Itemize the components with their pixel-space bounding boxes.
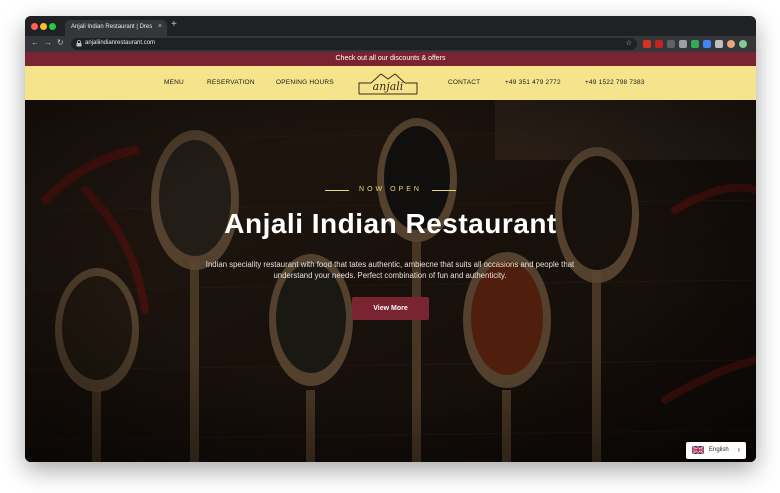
promo-bar[interactable]: Check out all our discounts & offers [25,52,756,66]
extension-icon[interactable] [679,40,687,48]
view-more-button[interactable]: View More [352,297,429,320]
minimize-window-button[interactable] [40,23,47,30]
nav-phone-2[interactable]: +49 1522 798 7383 [585,79,645,86]
spice-spoons-background [25,100,756,462]
maximize-window-button[interactable] [49,23,56,30]
restaurant-logo[interactable]: anjali [357,71,419,96]
nav-contact[interactable]: CONTACT [448,79,480,86]
nav-reservation[interactable]: RESERVATION [207,79,255,86]
bookmark-star-icon[interactable]: ☆ [626,39,632,47]
new-tab-button[interactable]: + [171,19,177,30]
back-arrow-icon[interactable]: ← [31,38,39,47]
website: Check out all our discounts & offers MEN… [25,52,756,462]
forward-arrow-icon[interactable]: → [44,38,52,47]
close-window-button[interactable] [31,23,38,30]
hero-title: Anjali Indian Restaurant [224,208,557,239]
logo-text: anjali [372,80,404,93]
hero-description: Indian speciality restaurant with food t… [205,260,575,280]
extension-icon[interactable] [667,40,675,48]
language-label: English [709,447,729,453]
pinterest-icon[interactable] [655,40,663,48]
nav-menu[interactable]: MENU [164,79,184,86]
extension-icon[interactable] [643,40,651,48]
nav-phone-1[interactable]: +49 351 479 2772 [505,79,561,86]
language-selector[interactable]: English › [686,442,746,459]
eyebrow-line-right [432,190,456,191]
reload-icon[interactable]: ↻ [57,38,64,47]
url-text: anjaliindianrestaurant.com [85,40,156,46]
avatar[interactable] [727,40,735,48]
uk-flag-icon [692,446,704,454]
browser-window: Anjali Indian Restaurant | Dres × + ← → … [25,16,756,462]
extension-icon[interactable] [703,40,711,48]
tab-bar: Anjali Indian Restaurant | Dres × + [25,16,756,36]
tab-close-icon[interactable]: × [158,23,162,30]
hero-section: NOW OPEN Anjali Indian Restaurant Indian… [25,100,756,462]
extension-icon[interactable] [691,40,699,48]
now-open-label: NOW OPEN [359,186,422,193]
browser-toolbar: ← → ↻ anjaliindianrestaurant.com ☆ [25,36,756,52]
nav-opening-hours[interactable]: OPENING HOURS [276,79,334,86]
browser-tab[interactable]: Anjali Indian Restaurant | Dres × [65,20,167,36]
puzzle-icon[interactable] [715,40,723,48]
tab-title: Anjali Indian Restaurant | Dres [71,24,153,30]
promo-text[interactable]: Check out all our discounts & offers [336,55,446,62]
chevron-right-icon: › [737,445,740,454]
address-bar[interactable]: anjaliindianrestaurant.com ☆ [71,38,637,50]
extension-icon[interactable] [739,40,747,48]
lock-icon [76,40,82,49]
main-navigation: MENU RESERVATION OPENING HOURS anjali CO… [25,66,756,100]
